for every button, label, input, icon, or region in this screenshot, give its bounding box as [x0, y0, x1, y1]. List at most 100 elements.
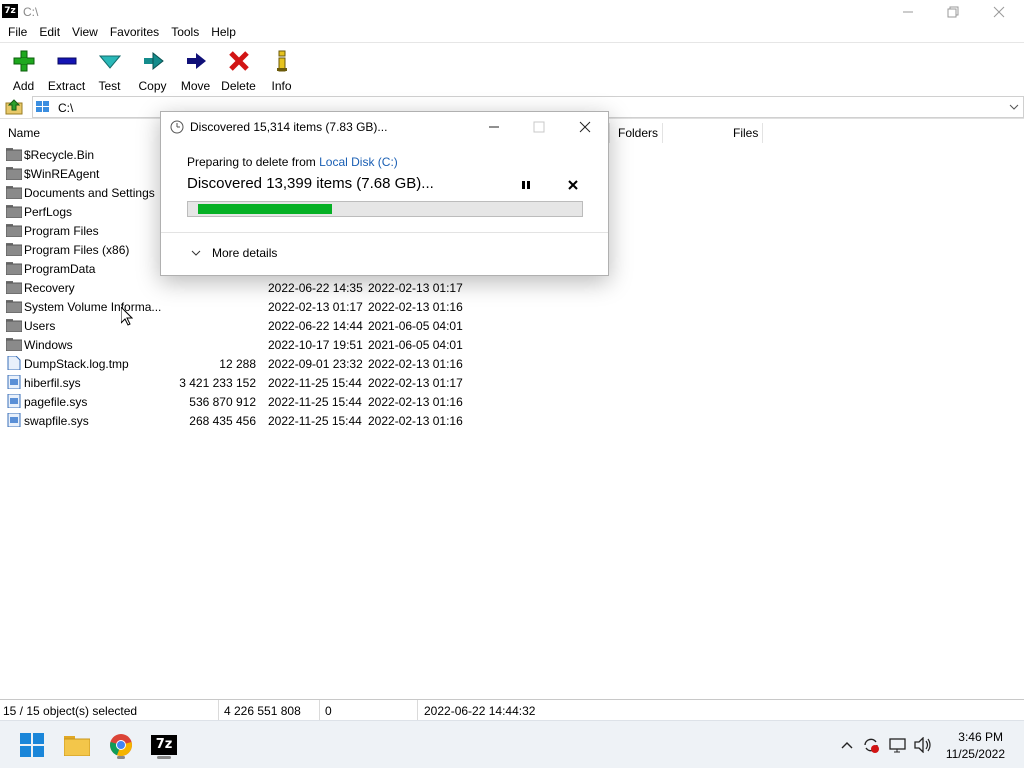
file-row[interactable]: swapfile.sys 268 435 456 2022-11-25 15:44 2… — [0, 411, 1024, 430]
file-name: swapfile.sys — [24, 414, 89, 428]
file-row[interactable]: System Volume Informa... 2022-02-13 01:17… — [0, 297, 1024, 316]
folder-icon — [6, 205, 22, 218]
column-separator — [662, 123, 663, 143]
taskbar: 7z 3:46 PM 11/25/2022 — [0, 720, 1024, 768]
target-drive-link[interactable]: Local Disk (C:) — [319, 155, 398, 169]
preparing-prefix: Preparing to delete from — [187, 155, 316, 169]
7zip-taskbar-button[interactable]: 7z — [148, 729, 180, 761]
start-button[interactable] — [16, 729, 48, 761]
system-file-icon — [7, 394, 21, 408]
file-row[interactable]: Recovery 2022-06-22 14:35 2022-02-13 01:17 — [0, 278, 1024, 297]
clock-date[interactable]: 11/25/2022 — [925, 747, 1005, 761]
delete-button[interactable]: Delete — [217, 43, 260, 96]
copy-icon — [141, 49, 165, 73]
file-name: Documents and Settings — [24, 186, 155, 200]
status-selected: 15 / 15 object(s) selected — [0, 700, 219, 720]
file-modified: 2022-11-25 15:44 — [268, 414, 362, 428]
clock-time[interactable]: 3:46 PM — [923, 730, 1003, 744]
copy-label: Copy — [138, 79, 167, 93]
minimize-button[interactable] — [885, 0, 931, 24]
menu-favorites[interactable]: Favorites — [105, 24, 164, 42]
file-modified: 2022-11-25 15:44 — [268, 395, 362, 409]
7zip-app-icon: 7z — [2, 4, 18, 18]
file-explorer-taskbar-button[interactable] — [61, 729, 93, 761]
column-separator — [609, 123, 610, 143]
move-button[interactable]: Move — [174, 43, 217, 96]
file-created: 2022-02-13 01:16 — [368, 357, 463, 371]
file-modified: 2022-11-25 15:44 — [268, 376, 362, 390]
dialog-minimize-button[interactable] — [478, 116, 510, 138]
file-created: 2022-02-13 01:16 — [368, 414, 463, 428]
restore-button[interactable] — [930, 0, 976, 24]
file-explorer-icon — [64, 736, 90, 756]
close-icon — [568, 180, 578, 190]
file-row[interactable]: DumpStack.log.tmp 12 288 2022-09-01 23:32 2… — [0, 354, 1024, 373]
column-header-folders[interactable]: Folders — [618, 126, 658, 140]
menu-bar: File Edit View Favorites Tools Help — [0, 24, 1024, 42]
close-icon — [993, 6, 1005, 18]
menu-view[interactable]: View — [67, 24, 103, 42]
toolbar: Add Extract Test Copy Move Delete Info — [0, 42, 1024, 96]
more-details-toggle[interactable]: More details — [190, 246, 277, 260]
file-icon — [7, 356, 21, 370]
menu-edit[interactable]: Edit — [34, 24, 65, 42]
menu-help[interactable]: Help — [206, 24, 241, 42]
move-icon — [184, 49, 208, 73]
file-created: 2022-02-13 01:17 — [368, 376, 463, 390]
file-row[interactable]: Users 2022-06-22 14:44 2021-06-05 04:01 — [0, 316, 1024, 335]
chevron-down-icon[interactable] — [1008, 100, 1020, 114]
file-row[interactable]: Windows 2022-10-17 19:51 2021-06-05 04:01 — [0, 335, 1024, 354]
pause-button[interactable] — [516, 176, 536, 194]
cancel-operation-button[interactable] — [563, 176, 583, 194]
file-created: 2022-02-13 01:17 — [368, 281, 463, 295]
test-icon — [98, 49, 122, 73]
add-label: Add — [12, 79, 35, 93]
menu-file[interactable]: File — [3, 24, 32, 42]
info-label: Info — [271, 79, 292, 93]
delete-label: Delete — [221, 79, 256, 93]
column-header-files[interactable]: Files — [733, 126, 758, 140]
update-tray-button[interactable] — [861, 735, 881, 755]
close-window-button[interactable] — [976, 0, 1022, 24]
file-name: Windows — [24, 338, 73, 352]
file-name: PerfLogs — [24, 205, 73, 219]
menu-tools[interactable]: Tools — [166, 24, 204, 42]
file-name: Recovery — [24, 281, 75, 295]
folder-up-button[interactable] — [3, 98, 25, 116]
copy-button[interactable]: Copy — [131, 43, 174, 96]
app-running-indicator — [117, 756, 125, 759]
sync-alert-icon — [864, 738, 879, 753]
column-separator — [762, 123, 763, 143]
extract-button[interactable]: Extract — [45, 43, 88, 96]
discovery-status: Discovered 13,399 items (7.68 GB)... — [187, 175, 434, 192]
column-header-name[interactable]: Name — [8, 126, 40, 140]
file-name: System Volume Informa... — [24, 300, 162, 314]
more-details-label: More details — [212, 246, 278, 260]
info-button[interactable]: Info — [260, 43, 303, 96]
window-title: C:\ — [23, 5, 39, 19]
show-hidden-icons-button[interactable] — [837, 735, 857, 755]
file-name: $Recycle.Bin — [24, 148, 95, 162]
chrome-taskbar-button[interactable] — [105, 729, 137, 761]
window-titlebar: 7z C:\ — [0, 0, 1024, 24]
status-packed-size: 0 — [322, 700, 418, 720]
delete-progress-dialog: Discovered 15,314 items (7.83 GB)... Pre… — [160, 111, 609, 276]
restore-icon — [947, 6, 959, 18]
file-name: ProgramData — [24, 262, 96, 276]
start-icon — [20, 733, 44, 757]
dialog-close-button[interactable] — [569, 116, 601, 138]
drive-icon — [36, 101, 49, 112]
file-size: 12 288 — [219, 357, 256, 371]
file-modified: 2022-10-17 19:51 — [268, 338, 363, 352]
network-tray-button[interactable] — [888, 735, 908, 755]
test-button[interactable]: Test — [88, 43, 131, 96]
pause-icon — [522, 181, 530, 189]
file-row[interactable]: hiberfil.sys 3 421 233 152 2022-11-25 15:4… — [0, 373, 1024, 392]
dialog-titlebar: Discovered 15,314 items (7.83 GB)... — [161, 112, 608, 142]
file-row[interactable]: pagefile.sys 536 870 912 2022-11-25 15:44 2… — [0, 392, 1024, 411]
chevron-down-icon — [190, 248, 202, 258]
file-size: 536 870 912 — [189, 395, 256, 409]
7zip-icon: 7z — [151, 735, 177, 755]
file-name: pagefile.sys — [24, 395, 88, 409]
add-button[interactable]: Add — [2, 43, 45, 96]
